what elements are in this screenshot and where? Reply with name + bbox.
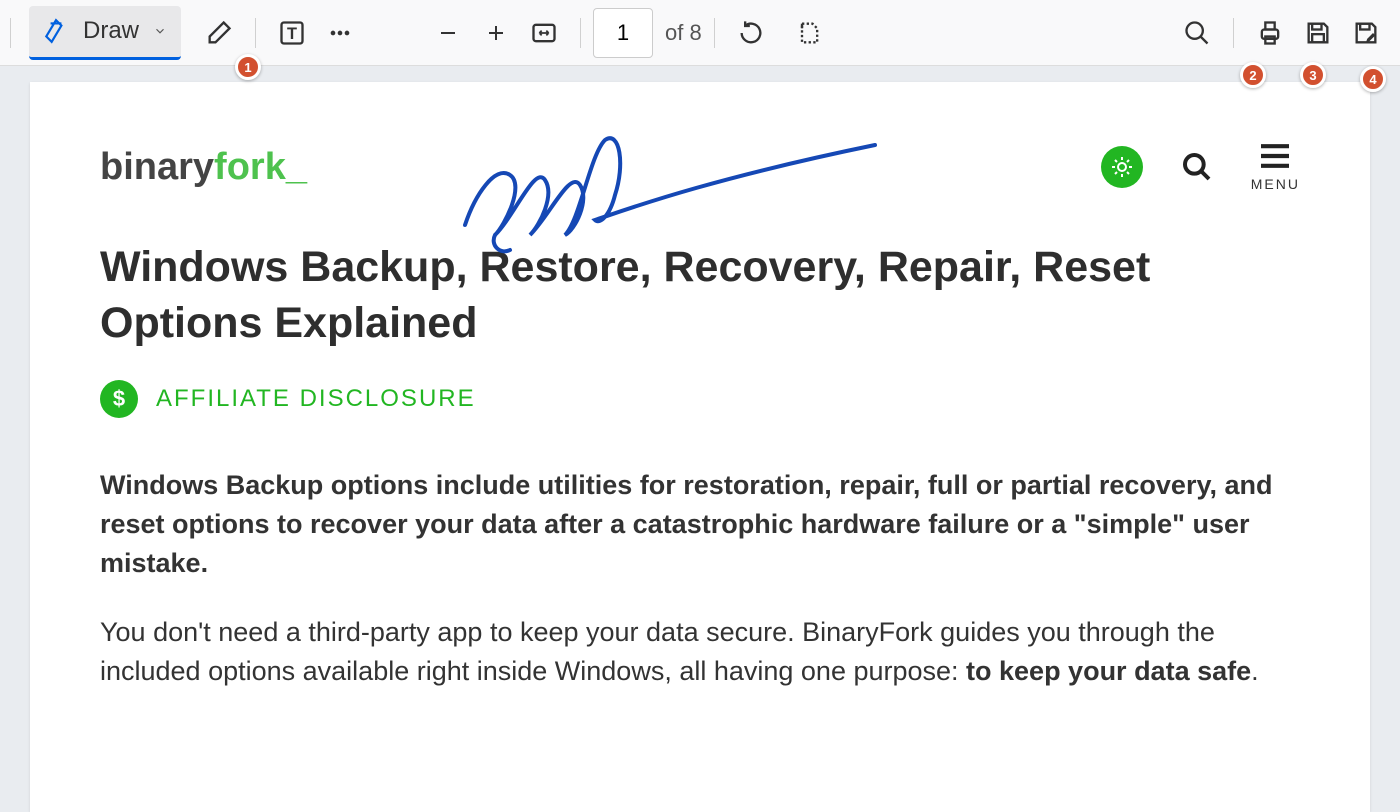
article-title: Windows Backup, Restore, Recovery, Repai… [100,240,1300,352]
annotation-2: 2 [1240,62,1266,88]
hamburger-icon [1257,142,1293,170]
affiliate-disclosure[interactable]: $ AFFILIATE DISCLOSURE [100,380,1300,418]
annotation-1: 1 [235,54,261,80]
gear-icon [1110,155,1134,179]
minus-icon [436,21,460,45]
site-logo: binaryfork_ [100,146,307,189]
page-view-button[interactable] [785,9,833,57]
pdf-toolbar: Draw T [0,0,1400,66]
more-button[interactable] [316,9,364,57]
svg-text:T: T [287,24,297,42]
draw-label: Draw [83,17,139,45]
print-icon [1256,19,1284,47]
menu-label: MENU [1251,176,1300,192]
eraser-button[interactable] [195,9,243,57]
page-total-label: of 8 [665,20,702,46]
save-as-button[interactable] [1342,9,1390,57]
ellipsis-icon [326,19,354,47]
body-paragraph: You don't need a third-party app to keep… [100,613,1300,691]
site-search-icon[interactable] [1181,151,1213,183]
search-button[interactable] [1173,9,1221,57]
zoom-out-button[interactable] [424,9,472,57]
save-button[interactable] [1294,9,1342,57]
dollar-icon: $ [100,380,138,418]
menu-button[interactable]: MENU [1251,142,1300,192]
annotation-4: 4 [1360,66,1386,92]
text-icon: T [278,19,306,47]
print-button[interactable] [1246,9,1294,57]
settings-badge[interactable] [1101,146,1143,188]
page-view-icon [795,19,823,47]
plus-icon [484,21,508,45]
rotate-icon [737,19,765,47]
intro-paragraph: Windows Backup options include utilities… [100,466,1300,583]
eraser-icon [205,19,233,47]
fit-width-icon [530,19,558,47]
chevron-down-icon [153,24,167,38]
pdf-page: binaryfork_ [30,82,1370,812]
pen-icon [43,18,69,44]
affiliate-label: AFFILIATE DISCLOSURE [156,385,476,413]
draw-tool-button[interactable]: Draw [29,6,181,60]
save-edit-icon [1352,19,1380,47]
save-icon [1304,19,1332,47]
annotation-3: 3 [1300,62,1326,88]
page-number-input[interactable] [593,8,653,58]
zoom-in-button[interactable] [472,9,520,57]
page-viewport: binaryfork_ [0,66,1400,789]
text-tool-button[interactable]: T [268,9,316,57]
fit-width-button[interactable] [520,9,568,57]
search-icon [1183,19,1211,47]
rotate-button[interactable] [727,9,775,57]
